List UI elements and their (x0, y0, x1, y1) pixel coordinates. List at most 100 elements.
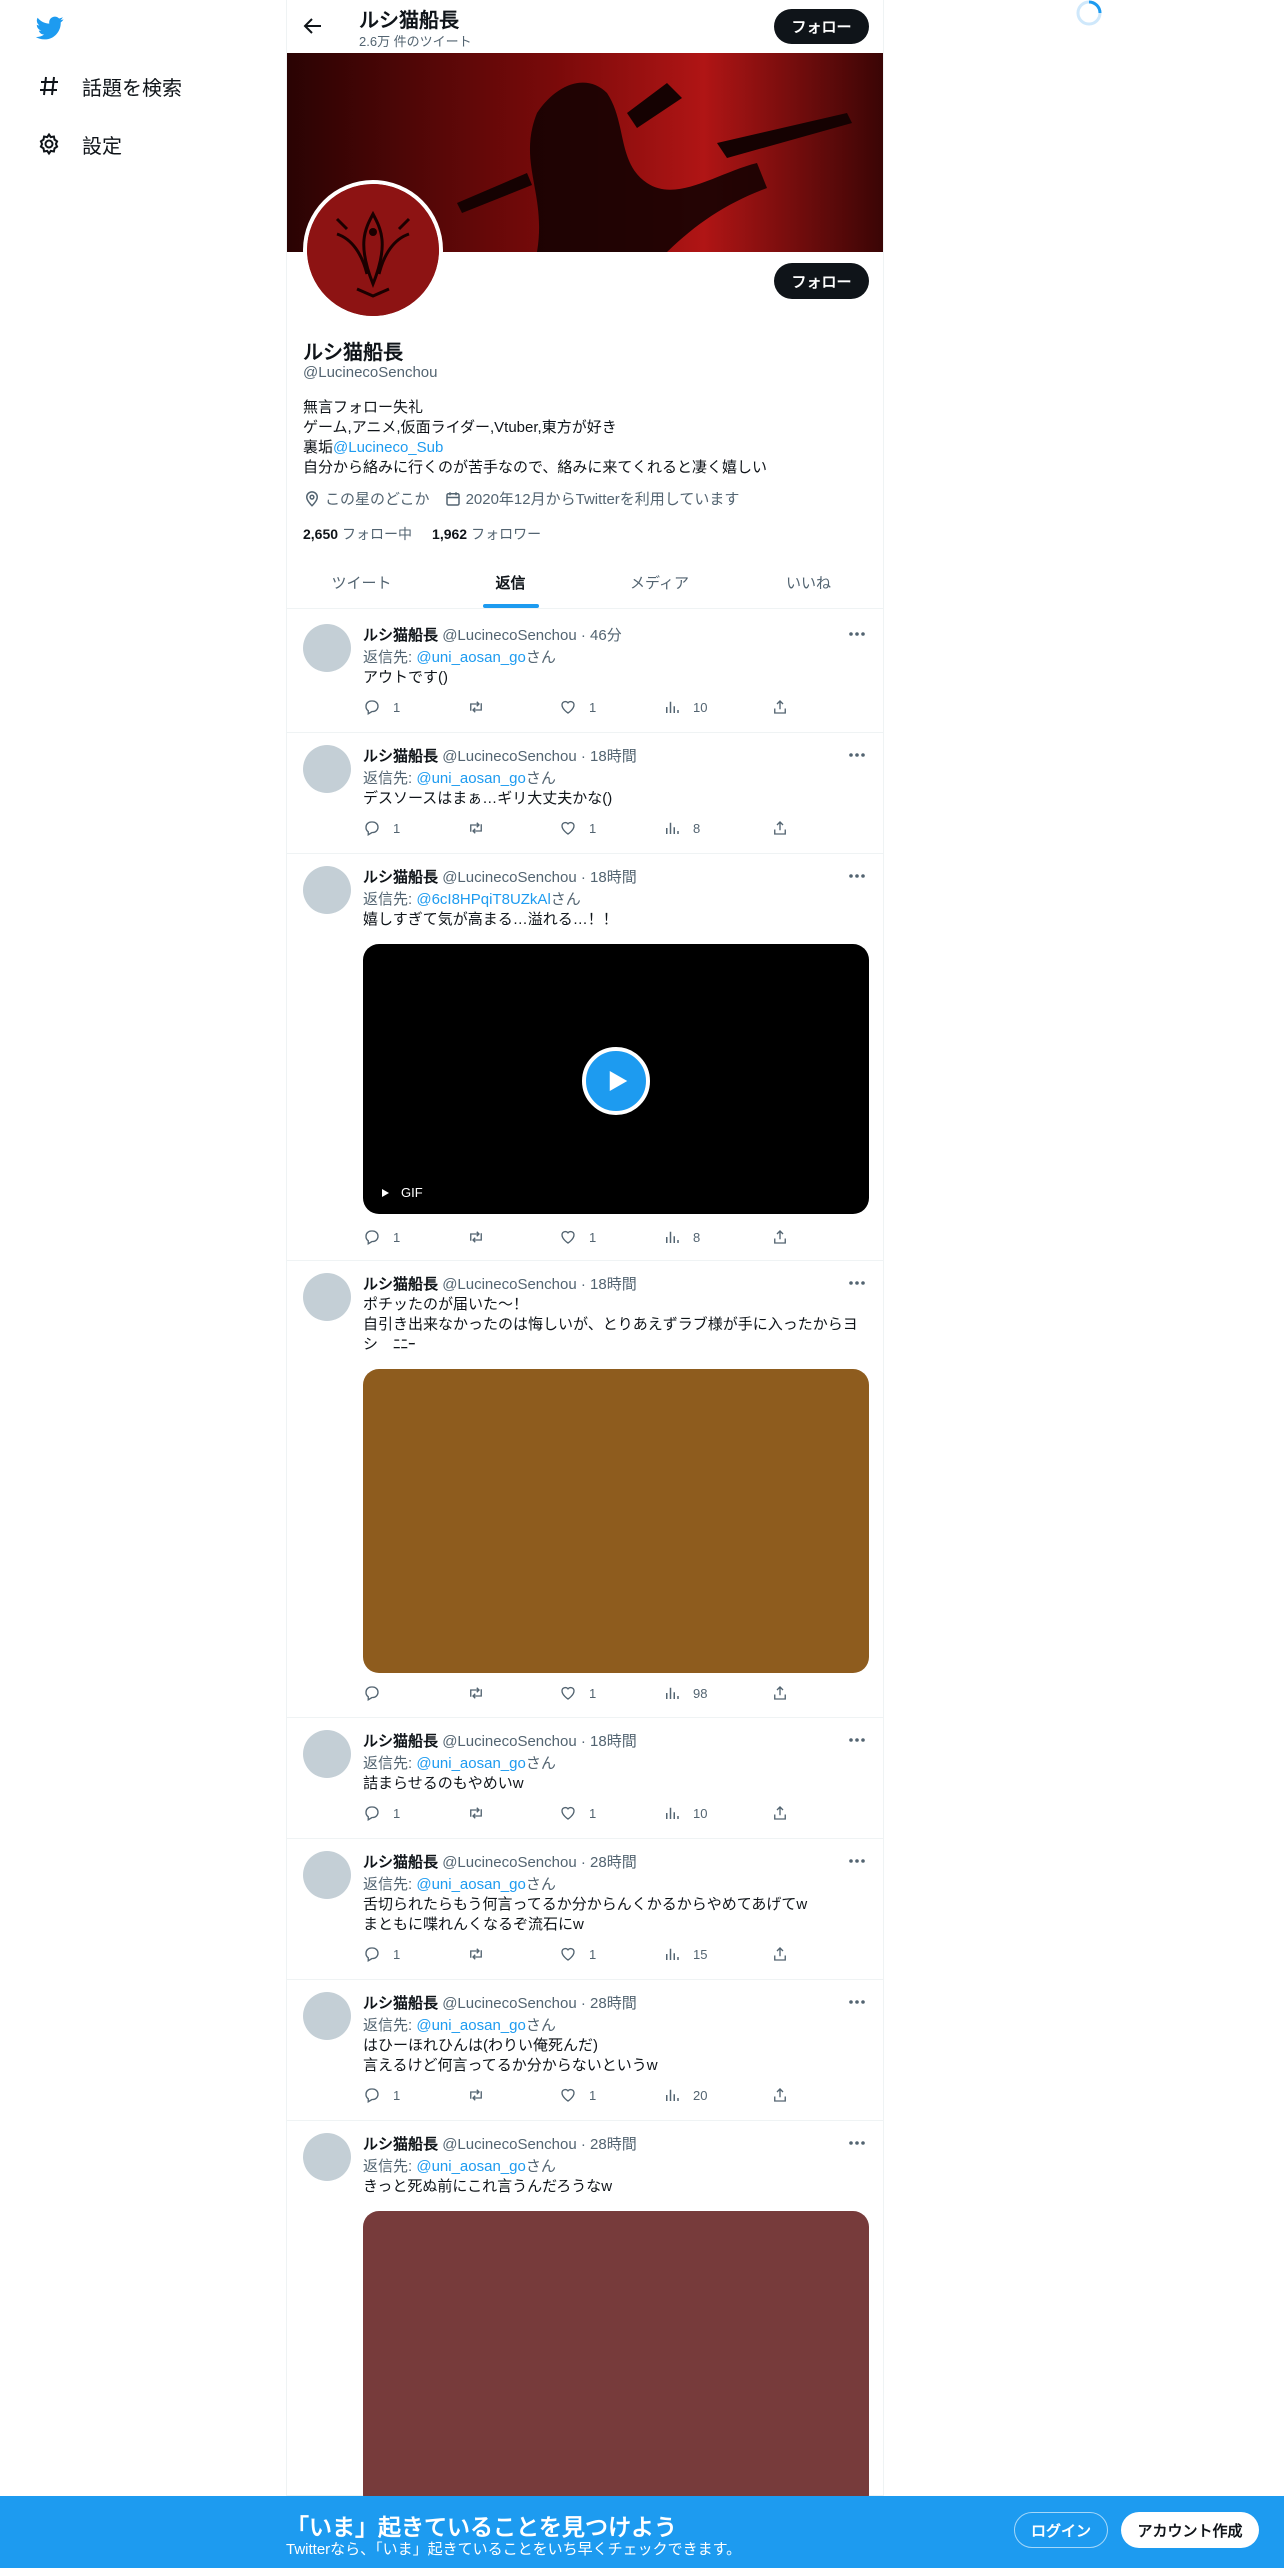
reply-to-mention[interactable]: @6cI8HPqiT8UZkAl (416, 891, 550, 908)
share-button[interactable] (771, 819, 801, 837)
views-button[interactable]: 10 (663, 1804, 707, 1822)
more-options-icon[interactable] (847, 1992, 867, 2012)
tweet-author-name[interactable]: ルシ猫船長 (363, 1733, 438, 1750)
twitter-logo-icon[interactable] (34, 14, 66, 42)
more-options-icon[interactable] (847, 1273, 867, 1293)
like-button[interactable]: 1 (559, 1684, 596, 1702)
views-button[interactable]: 15 (663, 1945, 707, 1963)
tweet-avatar[interactable] (303, 1273, 351, 1321)
tweet-avatar[interactable] (303, 1851, 351, 1899)
tweet-time[interactable]: 18時間 (590, 1733, 637, 1750)
tweet-avatar[interactable] (303, 624, 351, 672)
nav-explore[interactable]: 話題を検索 (36, 66, 182, 106)
back-arrow-icon[interactable] (301, 14, 325, 38)
nav-settings[interactable]: 設定 (36, 124, 122, 164)
share-button[interactable] (771, 698, 801, 716)
tweet-time[interactable]: 28時間 (590, 1854, 637, 1871)
tweet-avatar[interactable] (303, 1992, 351, 2040)
profile-follow-button[interactable]: フォロー (774, 263, 869, 299)
retweet-button[interactable] (467, 819, 497, 837)
more-options-icon[interactable] (847, 866, 867, 886)
tweet-avatar[interactable] (303, 1730, 351, 1778)
reply-button[interactable]: 1 (363, 1945, 400, 1963)
tweet-author-handle[interactable]: @LucinecoSenchou (442, 1733, 577, 1750)
tweet-image[interactable] (363, 2211, 869, 2511)
tab-replies[interactable]: 返信 (436, 556, 585, 608)
reply-to-mention[interactable]: @uni_aosan_go (416, 2158, 525, 2175)
tweet[interactable]: ルシ猫船長 @LucinecoSenchou · 18時間 返信先: @uni_a… (287, 1718, 883, 1839)
share-button[interactable] (771, 1945, 801, 1963)
reply-button[interactable]: 1 (363, 2086, 400, 2104)
bio-mention-link[interactable]: @Lucineco_Sub (333, 439, 443, 456)
tweet-author-name[interactable]: ルシ猫船長 (363, 1276, 438, 1293)
tweet-author-name[interactable]: ルシ猫船長 (363, 869, 438, 886)
views-button[interactable]: 8 (663, 1228, 700, 1246)
tweet-time[interactable]: 18時間 (590, 748, 637, 765)
views-button[interactable]: 10 (663, 698, 707, 716)
retweet-button[interactable] (467, 2086, 497, 2104)
tweet-author-name[interactable]: ルシ猫船長 (363, 1995, 438, 2012)
like-button[interactable]: 1 (559, 1945, 596, 1963)
share-button[interactable] (771, 1684, 801, 1702)
play-icon[interactable] (582, 1047, 650, 1115)
tweet-time[interactable]: 28時間 (590, 1995, 637, 2012)
tweet-time[interactable]: 18時間 (590, 1276, 637, 1293)
more-options-icon[interactable] (847, 624, 867, 644)
retweet-button[interactable] (467, 1804, 497, 1822)
like-button[interactable]: 1 (559, 1804, 596, 1822)
tweet-author-handle[interactable]: @LucinecoSenchou (442, 1995, 577, 2012)
tweet-author-handle[interactable]: @LucinecoSenchou (442, 869, 577, 886)
reply-button[interactable]: 1 (363, 819, 400, 837)
retweet-button[interactable] (467, 1945, 497, 1963)
reply-button[interactable]: 1 (363, 1804, 400, 1822)
tweet-author-handle[interactable]: @LucinecoSenchou (442, 627, 577, 644)
tweet-time[interactable]: 28時間 (590, 2136, 637, 2153)
tweet-author-name[interactable]: ルシ猫船長 (363, 748, 438, 765)
tweet-author-name[interactable]: ルシ猫船長 (363, 627, 438, 644)
more-options-icon[interactable] (847, 1730, 867, 1750)
more-options-icon[interactable] (847, 1851, 867, 1871)
tweet[interactable]: ルシ猫船長 @LucinecoSenchou · 28時間 返信先: @uni_a… (287, 1980, 883, 2121)
tweet[interactable]: ルシ猫船長 @LucinecoSenchou · 46分 返信先: @uni_ao… (287, 612, 883, 733)
more-options-icon[interactable] (847, 745, 867, 765)
reply-to-mention[interactable]: @uni_aosan_go (416, 1755, 525, 1772)
share-button[interactable] (771, 1804, 801, 1822)
retweet-button[interactable] (467, 698, 497, 716)
tweet-time[interactable]: 18時間 (590, 869, 637, 886)
views-button[interactable]: 98 (663, 1684, 707, 1702)
reply-button[interactable] (363, 1684, 393, 1702)
signup-button[interactable]: アカウント作成 (1121, 2512, 1259, 2548)
retweet-button[interactable] (467, 1684, 497, 1702)
tab-likes[interactable]: いいね (734, 556, 883, 608)
tweet-avatar[interactable] (303, 745, 351, 793)
more-options-icon[interactable] (847, 2133, 867, 2153)
reply-button[interactable]: 1 (363, 698, 400, 716)
views-button[interactable]: 8 (663, 819, 700, 837)
login-button[interactable]: ログイン (1014, 2512, 1108, 2548)
tweet-author-name[interactable]: ルシ猫船長 (363, 2136, 438, 2153)
reply-to-mention[interactable]: @uni_aosan_go (416, 770, 525, 787)
profile-avatar[interactable] (303, 180, 443, 320)
tweet[interactable]: ルシ猫船長 @LucinecoSenchou · 18時間 返信先: @6cI8H… (287, 854, 883, 1261)
followers-link[interactable]: 1,962 フォロワー (432, 524, 541, 544)
like-button[interactable]: 1 (559, 1228, 596, 1246)
share-button[interactable] (771, 2086, 801, 2104)
like-button[interactable]: 1 (559, 819, 596, 837)
tweet-avatar[interactable] (303, 2133, 351, 2181)
like-button[interactable]: 1 (559, 2086, 596, 2104)
tweet[interactable]: ルシ猫船長 @LucinecoSenchou · 28時間 返信先: @uni_a… (287, 1839, 883, 1980)
share-button[interactable] (771, 1228, 801, 1246)
tweet-author-handle[interactable]: @LucinecoSenchou (442, 2136, 577, 2153)
tab-media[interactable]: メディア (585, 556, 734, 608)
tweet-author-handle[interactable]: @LucinecoSenchou (442, 748, 577, 765)
header-follow-button[interactable]: フォロー (774, 9, 869, 44)
views-button[interactable]: 20 (663, 2086, 707, 2104)
reply-to-mention[interactable]: @uni_aosan_go (416, 1876, 525, 1893)
retweet-button[interactable] (467, 1228, 497, 1246)
tweet[interactable]: ルシ猫船長 @LucinecoSenchou · 28時間 返信先: @uni_a… (287, 2121, 883, 2511)
tweet-avatar[interactable] (303, 866, 351, 914)
tweet-author-handle[interactable]: @LucinecoSenchou (442, 1276, 577, 1293)
tab-tweets[interactable]: ツイート (287, 556, 436, 608)
reply-to-mention[interactable]: @uni_aosan_go (416, 2017, 525, 2034)
reply-button[interactable]: 1 (363, 1228, 400, 1246)
